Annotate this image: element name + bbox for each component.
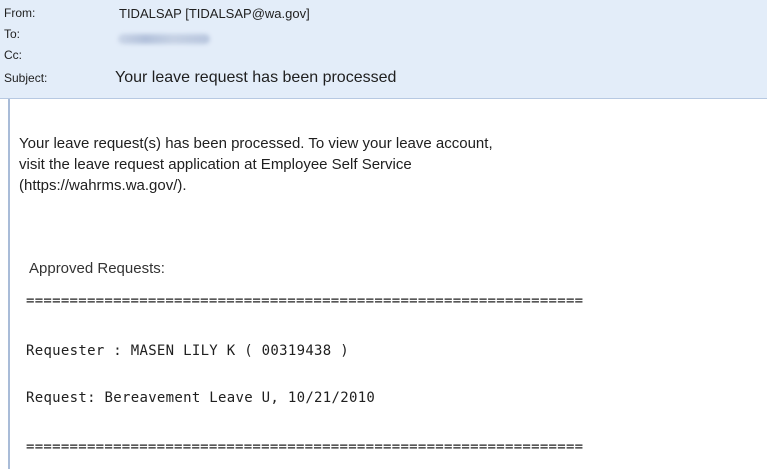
requester-line: Requester : MASEN LILY K ( 00319438 ) [26, 343, 349, 359]
email-header: From: TIDALSAP [TIDALSAP@wa.gov] To: Cc:… [0, 0, 767, 99]
message-paragraph: Your leave request(s) has been processed… [19, 133, 493, 196]
subject-value: Your leave request has been processed [115, 69, 397, 86]
from-value[interactable]: TIDALSAP [TIDALSAP@wa.gov] [119, 6, 310, 21]
separator-bottom: ========================================… [26, 439, 584, 455]
approved-requests-heading: Approved Requests: [29, 260, 165, 277]
request-line: Request: Bereavement Leave U, 10/21/2010 [26, 390, 376, 406]
to-label: To: [4, 27, 21, 41]
message-line-1: Your leave request(s) has been processed… [19, 135, 493, 152]
separator-top: ========================================… [26, 293, 584, 309]
message-line-2: visit the leave request application at E… [19, 156, 412, 173]
message-line-3: (https://wahrms.wa.gov/). [19, 177, 187, 194]
subject-label: Subject: [4, 71, 48, 85]
to-recipient-redacted [118, 34, 210, 44]
message-body[interactable]: Your leave request(s) has been processed… [8, 99, 767, 469]
cc-label: Cc: [4, 48, 22, 62]
from-label: From: [4, 6, 36, 20]
